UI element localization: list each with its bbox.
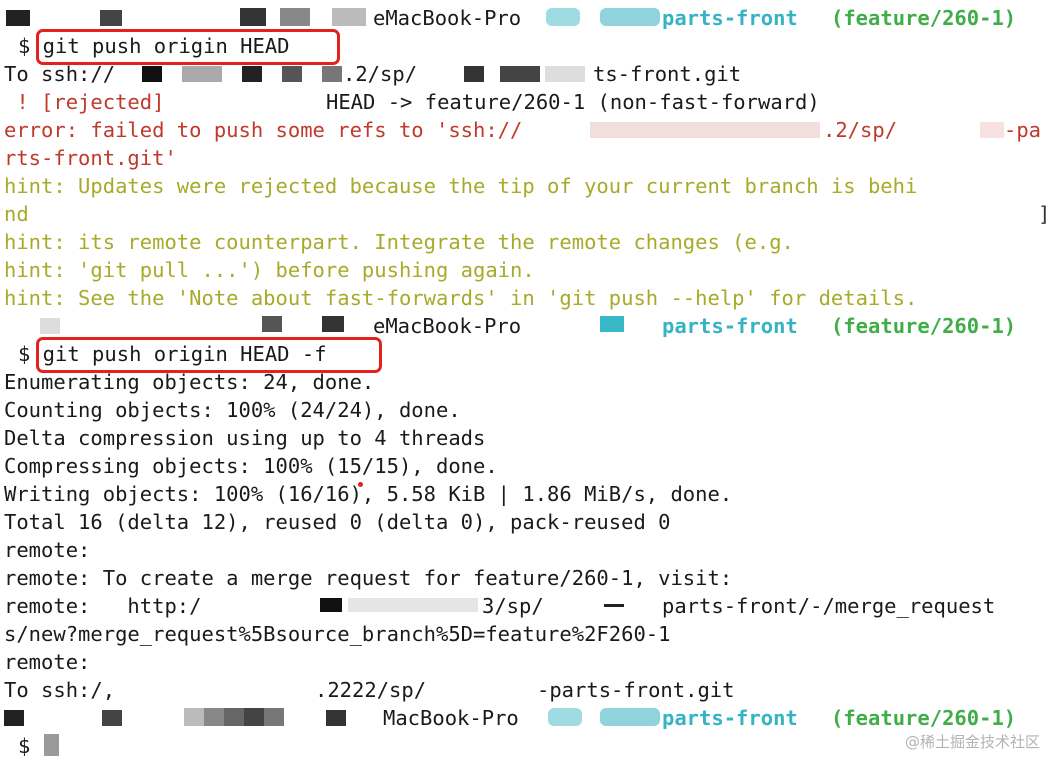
watermark: @稀土掘金技术社区 <box>904 733 1040 751</box>
redacted-block <box>224 708 244 726</box>
redacted-block <box>600 708 660 726</box>
terminal-window[interactable]: eMacBook-Pro parts-front (feature/260-1)… <box>0 0 1048 758</box>
redacted-block <box>280 8 310 26</box>
redacted-block <box>604 604 624 607</box>
redacted-block <box>40 318 60 334</box>
redacted-block <box>320 598 342 612</box>
redacted-block <box>332 8 366 26</box>
rejected-detail: HEAD -> feature/260-1 (non-fast-forward) <box>326 90 820 114</box>
output-line: remote: To create a merge request for fe… <box>4 566 733 590</box>
redacted-block <box>322 66 342 82</box>
output-line: remote: http:/ <box>4 594 202 618</box>
redacted-block <box>6 10 30 26</box>
hint-line: hint: 'git pull ...') before pushing aga… <box>4 258 535 282</box>
redacted-block <box>545 66 585 82</box>
scroll-marker: ] <box>1038 200 1048 228</box>
text-cursor <box>44 734 59 756</box>
output-line: .2222/sp/ <box>315 678 427 702</box>
redacted-block <box>244 708 264 726</box>
error-line: .2/sp/ <box>823 118 898 142</box>
redacted-block <box>182 66 222 82</box>
prompt-branch: (feature/260-1) <box>831 706 1017 730</box>
output-line: remote: <box>4 650 91 674</box>
output-line: Compressing objects: 100% (15/15), done. <box>4 454 498 478</box>
output-line: 3/sp/ <box>482 594 544 618</box>
hint-line: nd <box>4 202 29 226</box>
prompt-host: MacBook-Pro <box>383 706 519 730</box>
redacted-block <box>204 708 224 726</box>
output-line: To ssh:/, <box>4 678 116 702</box>
error-line: rts-front.git' <box>4 146 177 170</box>
redacted-block <box>264 708 284 726</box>
output-line: -parts-front.git <box>537 678 735 702</box>
output-line: Enumerating objects: 24, done. <box>4 370 375 394</box>
prompt-host: eMacBook-Pro <box>373 6 522 30</box>
output-line: remote: <box>4 538 91 562</box>
output-line: ts-front.git <box>593 62 742 86</box>
redacted-block <box>600 8 660 26</box>
prompt-symbol: $ <box>18 734 31 758</box>
output-line: Total 16 (delta 12), reused 0 (delta 0),… <box>4 510 671 534</box>
redacted-block <box>282 66 302 82</box>
redacted-block <box>348 598 478 612</box>
hint-line: hint: See the 'Note about fast-forwards'… <box>4 286 918 310</box>
hint-line: hint: Updates were rejected because the … <box>4 174 918 198</box>
error-line: error: failed to push some refs to 'ssh:… <box>4 118 523 142</box>
prompt-branch: (feature/260-1) <box>831 6 1017 30</box>
output-line: parts-front/-/merge_request <box>662 594 996 618</box>
output-line: To ssh:// <box>4 62 116 86</box>
hint-line: hint: its remote counterpart. Integrate … <box>4 230 794 254</box>
prompt-repo: parts-front <box>662 706 798 730</box>
redacted-block <box>142 66 162 82</box>
redacted-block <box>326 710 346 726</box>
redacted-block <box>600 316 624 332</box>
redacted-block <box>102 710 122 726</box>
redacted-block <box>464 66 484 82</box>
output-line: .2/sp/ <box>343 62 418 86</box>
redacted-block <box>590 122 820 138</box>
redacted-block <box>184 708 204 726</box>
output-line: s/new?merge_request%5Bsource_branch%5D=f… <box>4 622 671 646</box>
prompt-branch: (feature/260-1) <box>831 314 1017 338</box>
redacted-block <box>4 710 24 726</box>
redacted-block <box>240 8 266 26</box>
redacted-block <box>980 122 1004 138</box>
red-dot <box>358 482 363 487</box>
redacted-block <box>500 66 540 82</box>
redacted-block <box>242 66 262 82</box>
redacted-block <box>546 8 580 26</box>
output-line: Writing objects: 100% (16/16), 5.58 KiB … <box>4 482 733 506</box>
redacted-block <box>322 316 344 332</box>
prompt-repo: parts-front <box>662 314 798 338</box>
redacted-block <box>100 10 122 26</box>
prompt-repo: parts-front <box>662 6 798 30</box>
prompt-host: eMacBook-Pro <box>373 314 522 338</box>
output-line: Counting objects: 100% (24/24), done. <box>4 398 461 422</box>
redacted-block <box>262 316 282 332</box>
rejected-tag: ! [rejected] <box>4 90 165 114</box>
output-line: Delta compression using up to 4 threads <box>4 426 486 450</box>
redacted-block <box>548 708 582 726</box>
error-line: -pa <box>1004 118 1042 142</box>
